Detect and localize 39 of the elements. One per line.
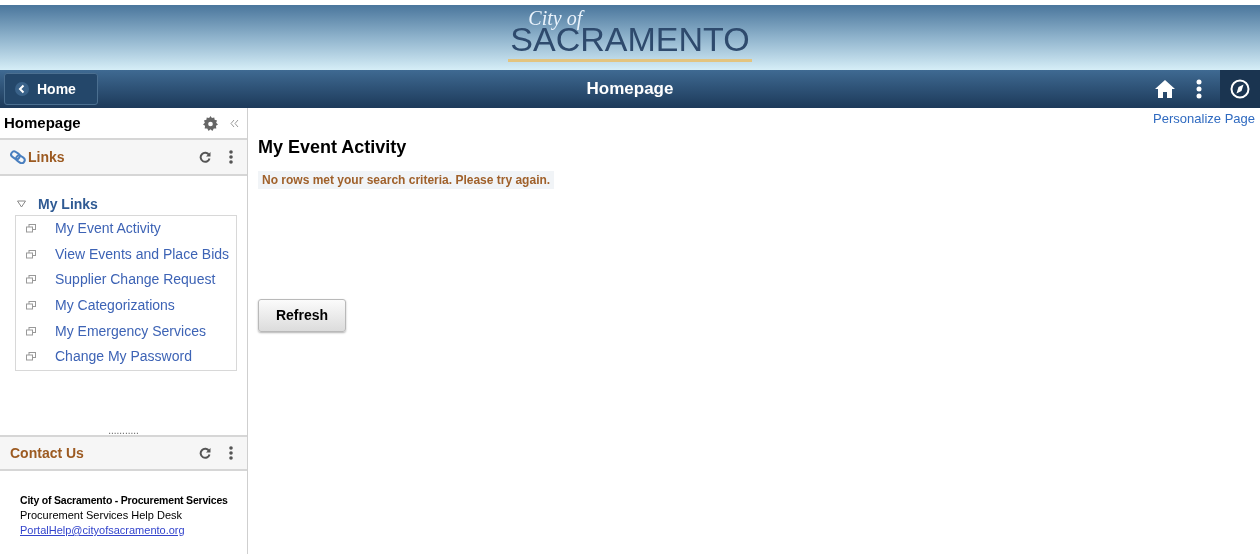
sidebar-link[interactable]: My Emergency Services — [55, 320, 206, 342]
pod-splitter[interactable]: ........... — [0, 427, 247, 435]
contact-help-desk: Procurement Services Help Desk — [20, 508, 183, 523]
contact-organization: City of Sacramento - Procurement Services — [20, 493, 229, 508]
sidebar-link[interactable]: Change My Password — [55, 346, 192, 368]
page-icon — [26, 224, 36, 234]
sidebar-link[interactable]: My Categorizations — [55, 295, 175, 317]
navigator-button[interactable] — [1220, 70, 1260, 108]
pod-title: Contact Us — [10, 443, 84, 463]
page-title: Homepage — [586, 78, 674, 101]
no-results-message: No rows met your search criteria. Please try again. — [258, 171, 555, 189]
page-icon — [26, 249, 36, 259]
section-heading: My Event Activity — [258, 136, 408, 159]
email-link[interactable]: PortalHelp@cityofsacramento.org — [20, 523, 185, 538]
sidebar-link[interactable]: View Events and Place Bids — [55, 243, 230, 265]
page-icon — [26, 352, 36, 362]
refresh-icon[interactable] — [199, 151, 211, 163]
more-options-icon[interactable] — [1196, 79, 1202, 99]
back-chevron-icon — [15, 82, 29, 96]
more-options-icon[interactable] — [229, 446, 233, 460]
sidebar-link[interactable]: Supplier Change Request — [55, 269, 216, 291]
expand-triangle-icon[interactable] — [17, 200, 26, 208]
home-back-button[interactable]: Home — [4, 73, 98, 105]
personalize-page-link[interactable]: Personalize Page — [1153, 109, 1255, 129]
sidebar-link[interactable]: My Event Activity — [55, 218, 161, 240]
link-icon — [10, 150, 26, 164]
collapse-icon[interactable] — [230, 118, 239, 128]
home-icon[interactable] — [1154, 79, 1176, 99]
settings-icon[interactable] — [203, 115, 218, 131]
refresh-button[interactable]: Refresh — [258, 299, 346, 332]
compass-icon — [1230, 79, 1250, 99]
more-options-icon[interactable] — [229, 150, 233, 164]
page-icon — [26, 326, 36, 336]
link-group-label[interactable]: My Links — [38, 193, 98, 215]
page-icon — [26, 301, 36, 311]
page-icon — [26, 275, 36, 285]
refresh-icon[interactable] — [199, 447, 211, 459]
pod-title: Links — [28, 147, 65, 167]
sidebar-title: Homepage — [4, 112, 81, 133]
